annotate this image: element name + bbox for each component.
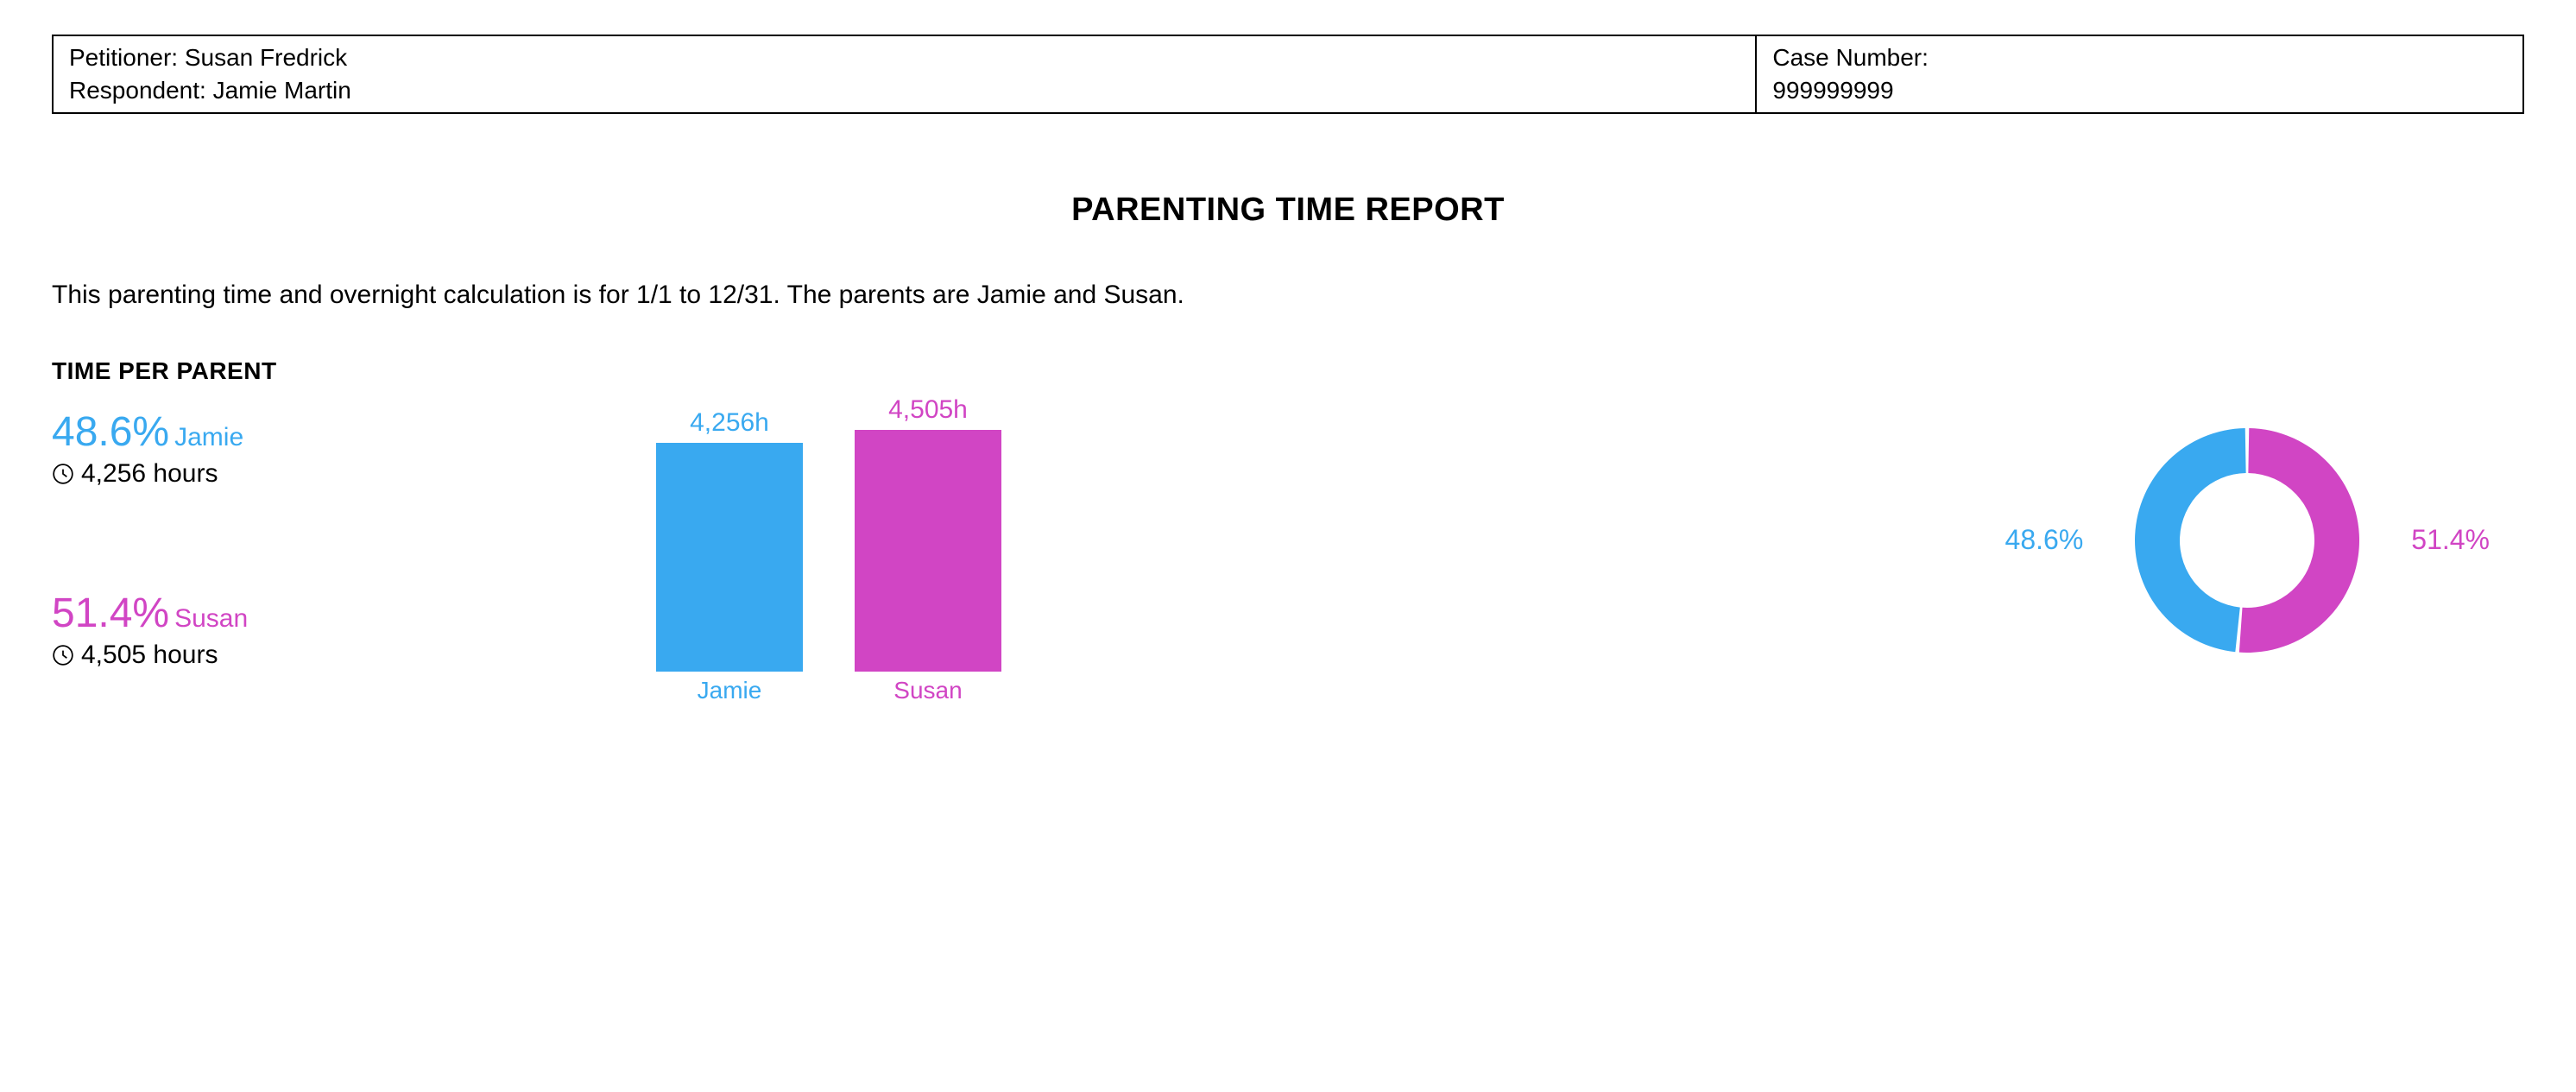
report-title: PARENTING TIME REPORT xyxy=(52,192,2524,229)
case-header-left: Petitioner: Susan Fredrick Respondent: J… xyxy=(54,36,1757,112)
bar-chart: 4,256hJamie4,505hSusan xyxy=(587,411,1070,704)
case-header-box: Petitioner: Susan Fredrick Respondent: J… xyxy=(52,35,2524,114)
case-number-value: 999999999 xyxy=(1772,74,2507,107)
susan-pct: 51.4% xyxy=(52,590,169,636)
susan-name: Susan xyxy=(174,604,248,633)
case-number-label: Case Number: xyxy=(1772,41,2507,74)
jamie-pct: 48.6% xyxy=(52,409,169,455)
clock-icon xyxy=(52,644,74,666)
bar-rect xyxy=(855,430,1001,672)
stat-block-susan: 51.4%Susan 4,505 hours xyxy=(52,592,535,670)
respondent-line: Respondent: Jamie Martin xyxy=(69,74,1739,107)
intro-text: This parenting time and overnight calcul… xyxy=(52,281,2524,310)
case-header-right: Case Number: 999999999 xyxy=(1757,36,2522,112)
bar-value-label: 4,505h xyxy=(888,395,968,425)
petitioner-line: Petitioner: Susan Fredrick xyxy=(69,41,1739,74)
stat-block-jamie: 48.6%Jamie 4,256 hours xyxy=(52,411,535,489)
bar-value-label: 4,256h xyxy=(690,408,769,438)
content-row: 48.6%Jamie 4,256 hours 51.4%Susan xyxy=(52,411,2524,704)
donut-slice xyxy=(2239,428,2359,653)
donut-chart xyxy=(2118,411,2377,670)
jamie-name: Jamie xyxy=(174,423,243,451)
section-heading-time-per-parent: TIME PER PARENT xyxy=(52,357,2524,385)
donut-left-pct: 48.6% xyxy=(2005,524,2084,556)
bar-category-label: Jamie xyxy=(698,677,762,704)
donut-column: 48.6% 51.4% xyxy=(1070,411,2524,670)
donut-slice xyxy=(2135,428,2246,652)
bar-category-label: Susan xyxy=(893,677,962,704)
susan-hours: 4,505 hours xyxy=(81,641,218,670)
bar-rect xyxy=(656,443,803,672)
stats-column: 48.6%Jamie 4,256 hours 51.4%Susan xyxy=(52,411,535,671)
bar-item: 4,256h Jamie xyxy=(656,408,803,704)
jamie-hours: 4,256 hours xyxy=(81,459,218,489)
clock-icon xyxy=(52,463,74,485)
donut-right-pct: 51.4% xyxy=(2411,524,2490,556)
bar-item: 4,505h Susan xyxy=(855,395,1001,704)
